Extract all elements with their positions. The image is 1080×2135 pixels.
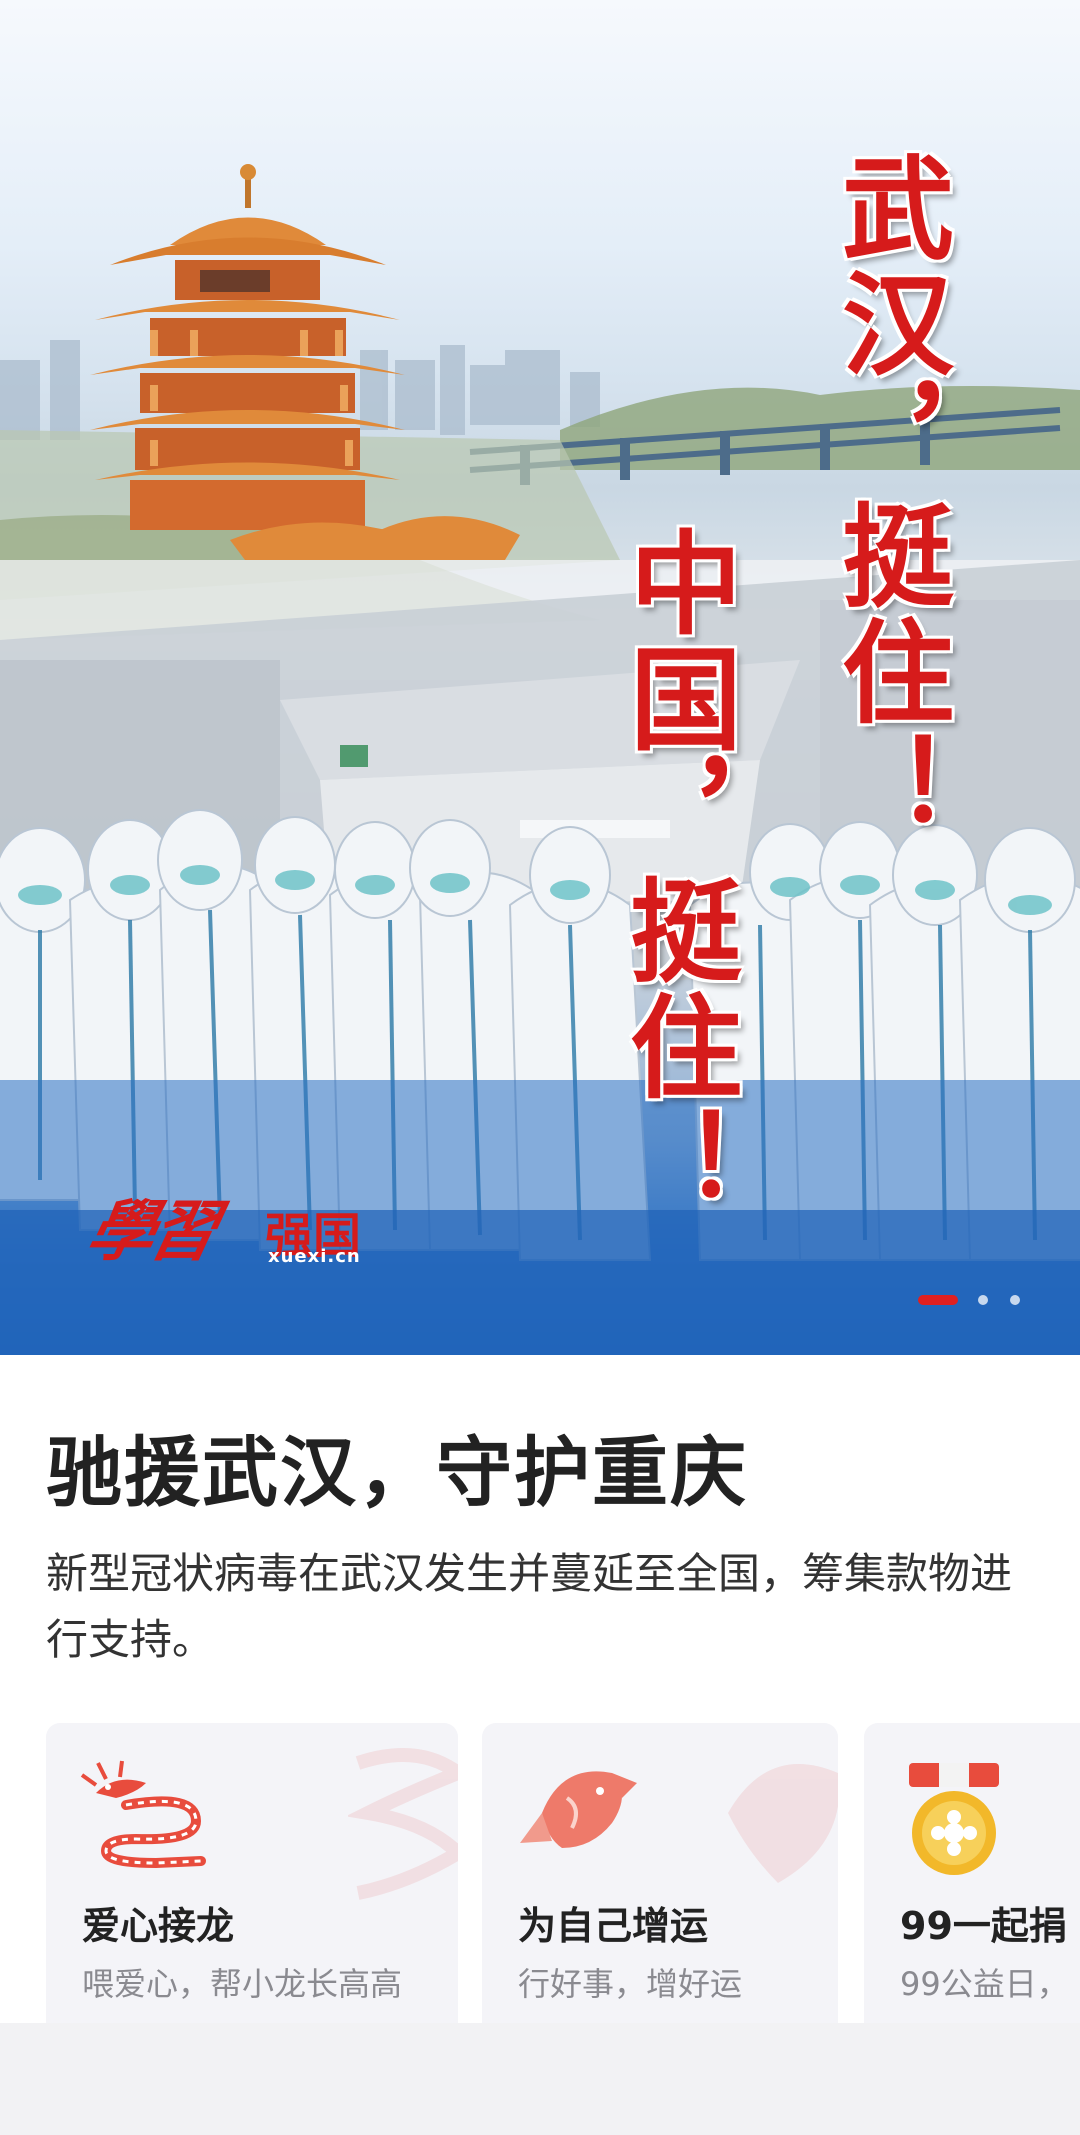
campaign-content: 驰援武汉，守护重庆 新型冠状病毒在武汉发生并蔓延至全国，筹集款物进行支持。 爱心… [0, 1355, 1080, 2135]
action-cards: 爱心接龙 喂爱心，帮小龙长高高 为自己增运 行好事，增好运 99一起捐 99公益… [46, 1723, 1080, 2023]
xuexi-logo: 學習 强国 xuexi.cn [81, 1178, 390, 1270]
card-love-relay[interactable]: 爱心接龙 喂爱心，帮小龙长高高 [46, 1723, 458, 2023]
campaign-description: 新型冠状病毒在武汉发生并蔓延至全国，筹集款物进行支持。 [46, 1549, 1013, 1664]
slogan-wuhan: 武汉，挺住！ [823, 150, 954, 846]
logo-script-text: 學習 [80, 1192, 222, 1270]
card-title: 99一起捐 [900, 1904, 1067, 1948]
hero-banner[interactable]: 武汉，挺住！ 中国，挺住！ 學習 强国 xuexi.cn [0, 0, 1080, 1355]
slogan-china: 中国，挺住！ [611, 525, 742, 1221]
medal-icon [909, 1763, 999, 1875]
koi-fish-icon [520, 1771, 637, 1848]
dragon-watermark-icon [348, 1748, 458, 1900]
bottom-strip [0, 2023, 1080, 2135]
dragon-icon [80, 1760, 206, 1869]
card-subtitle: 行好事，增好运 [518, 1965, 743, 2003]
card-title: 爱心接龙 [82, 1904, 235, 1948]
card-title: 为自己增运 [518, 1904, 709, 1948]
page-title: 驰援武汉，守护重庆 [46, 1428, 748, 1517]
card-99-donate[interactable]: 99一起捐 99公益日， [864, 1723, 1080, 2023]
carousel-dot[interactable] [1010, 1295, 1020, 1305]
koi-watermark-icon [728, 1764, 838, 1883]
card-subtitle: 99公益日， [900, 1965, 1069, 2003]
logo-url-text: xuexi.cn [268, 1246, 361, 1267]
carousel-dot-active[interactable] [918, 1295, 958, 1305]
carousel-dot[interactable] [978, 1295, 988, 1305]
card-subtitle: 喂爱心，帮小龙长高高 [82, 1965, 403, 2003]
card-boost-luck[interactable]: 为自己增运 行好事，增好运 [482, 1723, 838, 2023]
